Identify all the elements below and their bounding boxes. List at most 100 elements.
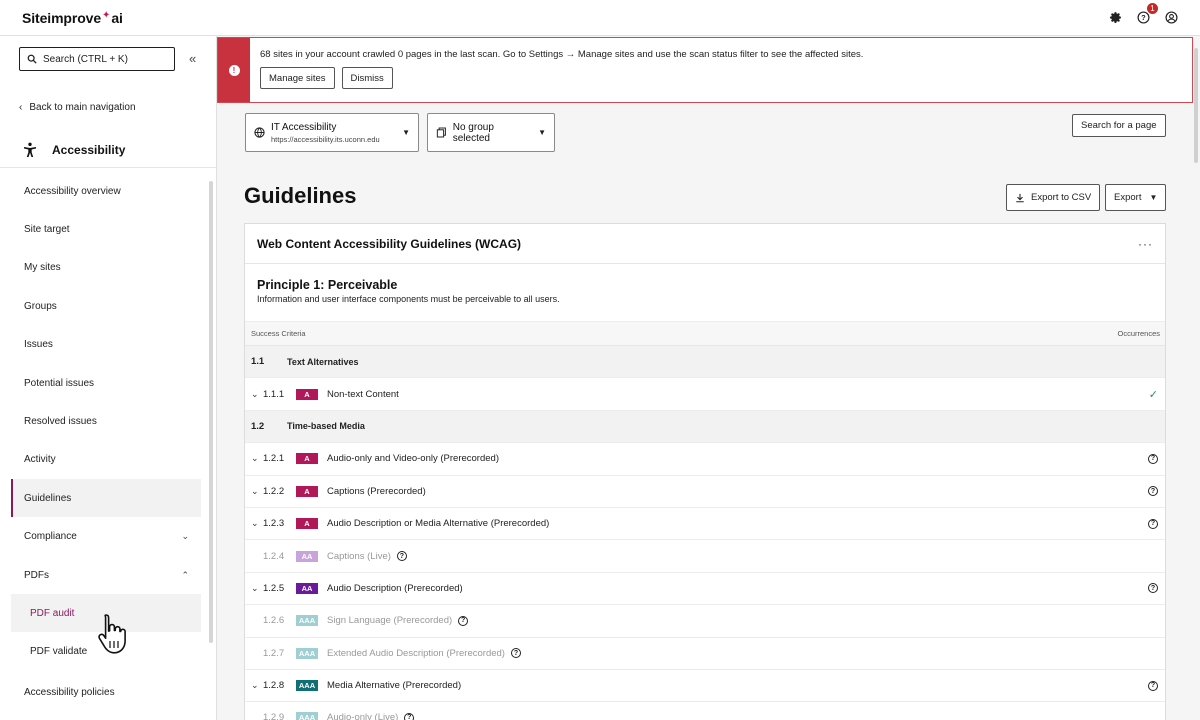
download-icon xyxy=(1016,193,1024,202)
criterion-row[interactable]: ⌄ 1.1.1 A Non-text Content ✓ xyxy=(245,378,1165,411)
nav-label: Potential issues xyxy=(24,377,95,389)
sidebar-item-compliance[interactable]: Compliance ⌄ xyxy=(11,517,201,555)
sidebar-item-my-sites[interactable]: My sites xyxy=(11,248,201,286)
search-for-page-button[interactable]: Search for a page xyxy=(1072,114,1166,137)
sidebar-item-site-target[interactable]: Site target xyxy=(11,210,201,248)
criterion-number: 1.2.5 xyxy=(263,582,285,594)
export-button[interactable]: Export ▼ xyxy=(1105,184,1167,211)
sidebar-item-potential-issues[interactable]: Potential issues xyxy=(11,364,201,402)
help-icon[interactable]: ? 1 xyxy=(1136,2,1158,25)
nav-label: Site target xyxy=(24,223,70,235)
criterion-number: 1.2.6 xyxy=(263,615,285,627)
collapse-sidebar-icon[interactable]: « xyxy=(189,51,196,66)
site-selector-dropdown[interactable]: IT Accessibility https://accessibility.i… xyxy=(245,113,419,152)
criterion-row[interactable]: ⌄ 1.2.5 AA Audio Description (Prerecorded)? xyxy=(245,573,1165,606)
nav-label: Issues xyxy=(24,338,53,350)
help-circle-icon[interactable]: ? xyxy=(510,648,521,659)
help-circle-icon[interactable]: ? xyxy=(1148,583,1158,594)
help-circle-icon[interactable]: ? xyxy=(1148,518,1158,529)
level-badge: AAA xyxy=(296,647,318,659)
siteimprove-logo[interactable]: Siteimprove✦ai xyxy=(22,10,123,26)
sidebar-scrollbar[interactable] xyxy=(209,181,213,643)
export-to-csv-button[interactable]: Export to CSV xyxy=(1006,184,1101,211)
nav-label: PDF validate xyxy=(30,645,88,657)
principle-description: Information and user interface component… xyxy=(257,294,560,304)
group-number: 1.1 xyxy=(251,356,265,368)
search-placeholder: Search (CTRL + K) xyxy=(43,53,128,65)
alert-icon: ! xyxy=(228,64,240,76)
level-badge: AA xyxy=(296,582,318,594)
column-header-occurrences: Occurrences xyxy=(1117,329,1160,338)
criterion-row[interactable]: ⌄ 1.2.8 AAA Media Alternative (Prerecorded)… xyxy=(245,670,1165,703)
notification-badge: 1 xyxy=(1147,2,1158,14)
help-circle-icon[interactable]: ? xyxy=(404,712,415,720)
criterion-number: 1.2.7 xyxy=(263,647,285,659)
settings-gear-icon[interactable] xyxy=(1108,11,1122,25)
search-input[interactable]: Search (CTRL + K) xyxy=(19,47,175,71)
criterion-label: Captions (Prerecorded) xyxy=(327,485,426,497)
level-badge: AA xyxy=(296,550,318,562)
criterion-number: 1.2.3 xyxy=(263,518,285,530)
criterion-row[interactable]: ⌄ 1.2.3 A Audio Description or Media Altern… xyxy=(245,508,1165,541)
level-badge: AAA xyxy=(296,712,318,720)
caret-down-icon: ▼ xyxy=(538,128,546,137)
chevron-down-icon[interactable]: ⌄ xyxy=(251,518,263,529)
svg-text:?: ? xyxy=(1141,13,1146,22)
criterion-row[interactable]: ⌄ 1.2.1 A Audio-only and Video-only (Prerec… xyxy=(245,443,1165,476)
help-circle-icon[interactable]: ? xyxy=(1148,680,1158,691)
sidebar-item-accessibility-policies[interactable]: Accessibility policies xyxy=(11,673,201,711)
sidebar-item-pdfs[interactable]: PDFs ⌃ xyxy=(11,556,201,594)
logo-star-icon: ✦ xyxy=(102,9,111,21)
check-icon: ✓ xyxy=(1148,388,1158,401)
user-account-icon[interactable] xyxy=(1164,11,1178,25)
group-pages-icon xyxy=(436,127,446,138)
criterion-row[interactable]: ⌄ 1.2.2 A Captions (Prerecorded)? xyxy=(245,476,1165,508)
sidebar-item-groups[interactable]: Groups xyxy=(11,287,201,325)
alert-message: 68 sites in your account crawled 0 pages… xyxy=(260,49,864,60)
dismiss-button[interactable]: Dismiss xyxy=(341,67,393,89)
chevron-down-icon[interactable]: ⌄ xyxy=(251,583,263,594)
chevron-up-icon: ⌃ xyxy=(181,569,189,580)
criterion-label: Audio Description (Prerecorded) xyxy=(327,582,463,594)
sidebar-item-resolved-issues[interactable]: Resolved issues xyxy=(11,402,201,440)
chevron-down-icon[interactable]: ⌄ xyxy=(251,389,263,400)
nav-label: Accessibility overview xyxy=(24,185,121,197)
section-header: Accessibility xyxy=(22,142,125,158)
manage-sites-button[interactable]: Manage sites xyxy=(260,67,335,89)
hand-pointer-cursor-icon xyxy=(98,614,126,654)
criterion-number: 1.2.2 xyxy=(263,485,285,497)
back-to-main-nav-link[interactable]: ‹ Back to main navigation xyxy=(19,102,136,113)
main-scrollbar[interactable] xyxy=(1194,48,1198,163)
criterion-label: Captions (Live) xyxy=(327,550,391,562)
sidebar-item-guidelines[interactable]: Guidelines xyxy=(11,479,201,517)
sidebar-item-issues[interactable]: Issues xyxy=(11,325,201,363)
divider xyxy=(0,167,216,168)
help-circle-icon[interactable]: ? xyxy=(1148,453,1158,464)
logo-text: Siteimprove xyxy=(22,9,102,26)
criterion-row: 1.2.9 AAA Audio-only (Live)? xyxy=(245,702,1165,720)
sidebar-item-activity[interactable]: Activity xyxy=(11,440,201,478)
column-header-criteria: Success Criteria xyxy=(251,329,306,338)
export-label: Export xyxy=(1114,192,1142,203)
help-circle-icon[interactable]: ? xyxy=(458,615,469,626)
nav-label: Groups xyxy=(24,300,57,312)
export-csv-label: Export to CSV xyxy=(1031,192,1092,203)
more-options-icon[interactable]: ··· xyxy=(1138,237,1153,251)
group-selector-dropdown[interactable]: No group selected ▼ xyxy=(427,113,555,152)
help-circle-icon[interactable]: ? xyxy=(1148,486,1158,497)
search-icon xyxy=(27,54,37,64)
chevron-down-icon[interactable]: ⌄ xyxy=(251,453,263,464)
nav-label: Accessibility policies xyxy=(24,686,115,698)
nav-label: PDF audit xyxy=(30,607,75,619)
criterion-label: Sign Language (Prerecorded) xyxy=(327,615,453,627)
nav-label: Activity xyxy=(24,453,56,465)
accessibility-person-icon xyxy=(24,142,36,157)
chevron-left-icon: ‹ xyxy=(19,102,23,113)
sidebar-item-accessibility-overview[interactable]: Accessibility overview xyxy=(11,172,201,210)
back-label: Back to main navigation xyxy=(29,102,136,113)
criterion-number: 1.2.9 xyxy=(263,712,285,720)
help-circle-icon[interactable]: ? xyxy=(396,551,407,562)
chevron-down-icon[interactable]: ⌄ xyxy=(251,486,263,497)
chevron-down-icon[interactable]: ⌄ xyxy=(251,680,263,691)
level-badge: AAA xyxy=(296,615,318,627)
